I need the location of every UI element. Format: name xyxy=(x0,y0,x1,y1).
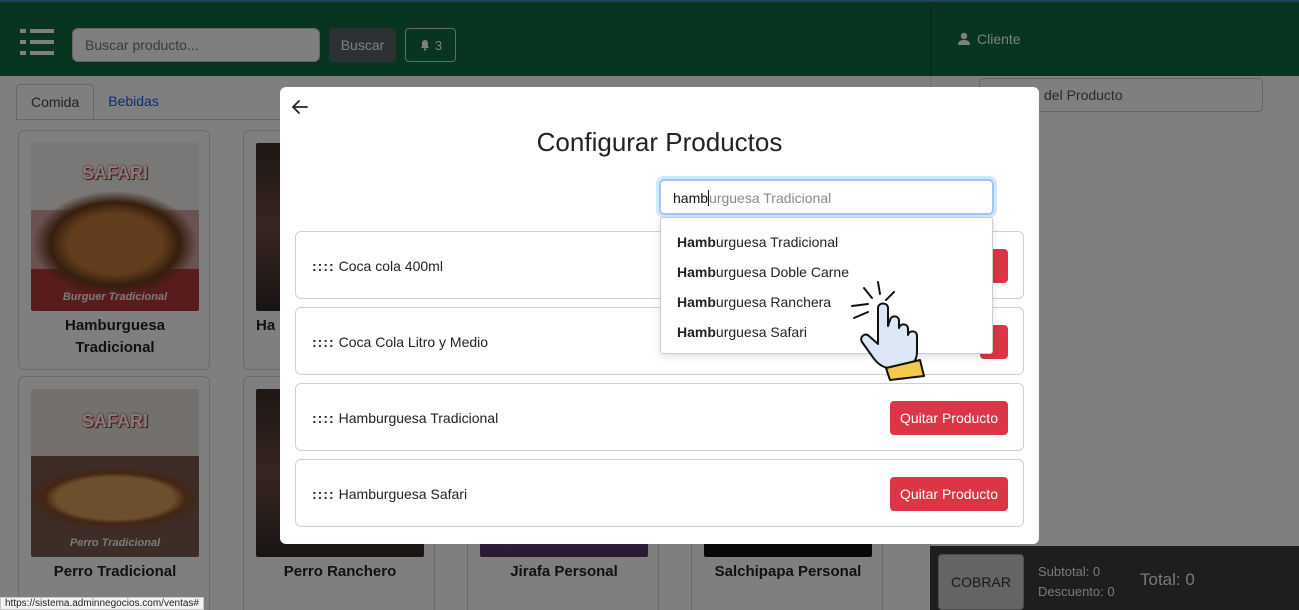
back-arrow-icon[interactable] xyxy=(290,97,310,117)
hand-pointer-icon xyxy=(851,281,925,381)
product-search-input[interactable]: hamburguesa Tradicional xyxy=(659,179,994,215)
suggestion-match: Hamb xyxy=(677,264,716,280)
product-row-label: Hamburguesa Tradicional xyxy=(338,410,499,426)
configured-product-row[interactable]: :::: Hamburguesa Safari Quitar Producto xyxy=(295,459,1024,527)
product-row-label: Hamburguesa Safari xyxy=(338,486,468,502)
autocomplete-dropdown: Hamburguesa Tradicional Hamburguesa Dobl… xyxy=(660,217,993,354)
suggestion-rest: urguesa Safari xyxy=(715,324,807,340)
configured-product-row[interactable]: :::: Hamburguesa Tradicional Quitar Produ… xyxy=(295,383,1024,451)
suggestion-rest: urguesa Ranchera xyxy=(715,294,832,310)
product-row-label: Coca cola 400ml xyxy=(338,258,443,274)
suggestion-match: Hamb xyxy=(677,324,716,340)
suggestion-item[interactable]: Hamburguesa Doble Carne xyxy=(661,257,992,287)
input-typed-text: hamb xyxy=(673,190,709,206)
modal-title: Configurar Productos xyxy=(536,127,783,157)
suggestion-item[interactable]: Hamburguesa Tradicional xyxy=(661,227,992,257)
remove-product-button[interactable]: Quitar Producto xyxy=(889,401,1008,435)
suggestion-match: Hamb xyxy=(677,234,716,250)
product-row-label: Coca Cola Litro y Medio xyxy=(338,334,489,350)
drag-handle-icon[interactable]: :::: xyxy=(312,334,335,350)
drag-handle-icon[interactable]: :::: xyxy=(312,258,335,274)
suggestion-item[interactable]: Hamburguesa Ranchera xyxy=(661,287,992,317)
suggestion-rest: urguesa Doble Carne xyxy=(715,264,849,280)
remove-product-button[interactable]: Quitar Producto xyxy=(889,477,1008,511)
suggestion-rest: urguesa Tradicional xyxy=(715,234,839,250)
suggestion-item[interactable]: Hamburguesa Safari xyxy=(661,317,992,347)
drag-handle-icon[interactable]: :::: xyxy=(312,486,335,502)
input-autocomplete-hint: urguesa Tradicional xyxy=(709,190,832,206)
status-url: https://sistema.adminnegocios.com/ventas… xyxy=(0,597,204,610)
drag-handle-icon[interactable]: :::: xyxy=(312,410,335,426)
suggestion-match: Hamb xyxy=(677,294,716,310)
